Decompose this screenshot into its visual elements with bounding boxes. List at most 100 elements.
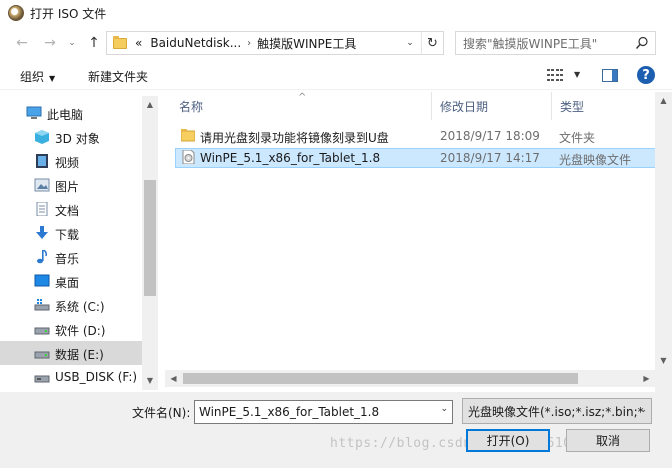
breadcrumb-prefix[interactable]: « [135,36,142,50]
up-button[interactable]: ↑ [84,33,104,53]
file-list-horizontal-scrollbar[interactable]: ◀ ▶ [165,370,672,387]
refresh-button[interactable]: ↻ [421,32,443,54]
sidebar-item-drive-d[interactable]: 软件 (D:) [0,317,142,341]
column-divider[interactable] [551,92,552,120]
back-button[interactable]: ← [12,33,32,53]
sidebar-item-drive-e[interactable]: 数据 (E:) [0,341,142,365]
app-icon [8,5,24,21]
sidebar-item-3d-objects[interactable]: 3D 对象 [0,125,142,149]
folder-icon [181,129,195,142]
sidebar-item-label: 系统 (C:) [55,300,105,314]
sidebar-item-usb-disk[interactable]: USB_DISK (F:) [0,365,142,389]
sidebar-item-pictures[interactable]: 图片 [0,173,142,197]
sidebar-item-desktop[interactable]: 桌面 [0,269,142,293]
filename-label: 文件名(N): [132,406,191,420]
sidebar-item-label: 此电脑 [47,108,84,122]
filetype-select[interactable]: 光盘映像文件(*.iso;*.isz;*.bin;* ⌄ [462,398,652,424]
view-options-icon[interactable] [547,68,563,82]
file-name: WinPE_5.1_x86_for_Tablet_1.8 [200,151,381,165]
search-placeholder: 搜索"触摸版WINPE工具" [463,36,598,51]
file-list: ^ 名称 修改日期 类型 请用光盘刻录功能将镜像刻录到U盘 2018/9/17 … [165,92,672,392]
address-dropdown-button[interactable]: ⌄ [403,36,417,50]
recent-locations-button[interactable]: ⌄ [62,33,82,53]
search-icon [635,36,648,49]
file-date: 2018/9/17 14:17 [440,151,540,165]
drive-icon [34,351,50,359]
scroll-left-arrow-icon[interactable]: ◀ [165,370,182,387]
sidebar-item-music[interactable]: 音乐 [0,245,142,269]
sidebar-item-label: 3D 对象 [55,132,100,146]
scroll-down-arrow-icon[interactable]: ▼ [655,352,672,368]
view-options-caret-icon[interactable]: ▼ [574,70,580,79]
filename-value: WinPE_5.1_x86_for_Tablet_1.8 [199,405,380,419]
address-bar[interactable]: « BaiduNetdisk... › 触摸版WINPE工具 ⌄ ↻ [106,31,444,55]
video-icon [36,154,48,168]
file-row-iso[interactable]: WinPE_5.1_x86_for_Tablet_1.8 2018/9/17 1… [175,148,672,168]
file-date: 2018/9/17 18:09 [440,129,540,143]
filename-input[interactable]: WinPE_5.1_x86_for_Tablet_1.8 ⌄ [194,400,453,424]
column-header-date[interactable]: 修改日期 [440,92,550,120]
file-type: 光盘映像文件 [559,153,632,167]
sidebar-item-this-pc[interactable]: 此电脑 [0,101,142,125]
open-button[interactable]: 打开(O) [466,429,550,452]
file-type: 文件夹 [559,131,596,145]
file-name: 请用光盘刻录功能将镜像刻录到U盘 [200,131,389,145]
scroll-down-arrow-icon[interactable]: ▼ [142,372,158,388]
sidebar-item-label: 图片 [55,180,80,194]
breadcrumb-item-current[interactable]: 触摸版WINPE工具 [257,35,356,52]
music-icon [37,250,47,264]
organize-button[interactable]: 组织 ▼ [20,68,55,85]
sidebar-item-label: 下载 [55,228,80,242]
sidebar-item-documents[interactable]: 文档 [0,197,142,221]
picture-icon [34,178,50,192]
desktop-icon [34,274,50,287]
sidebar-scrollbar-thumb[interactable] [144,180,156,296]
column-divider[interactable] [431,92,432,120]
filetype-value: 光盘映像文件(*.iso;*.isz;*.bin;* [468,404,644,419]
new-folder-button[interactable]: 新建文件夹 [88,68,148,85]
search-input[interactable]: 搜索"触摸版WINPE工具" [455,31,656,55]
scroll-up-arrow-icon[interactable]: ▲ [655,92,672,108]
sidebar-item-drive-c[interactable]: 系统 (C:) [0,293,142,317]
disc-image-icon [182,150,195,164]
document-icon [36,202,48,216]
sidebar-item-downloads[interactable]: 下载 [0,221,142,245]
sidebar-item-label: 视频 [55,156,80,170]
navigation-bar: ← → ⌄ ↑ « BaiduNetdisk... › 触摸版WINPE工具 ⌄… [0,30,672,56]
chevron-down-icon[interactable]: ⌄ [440,404,448,414]
scroll-up-arrow-icon[interactable]: ▲ [142,96,158,112]
help-icon[interactable]: ? [637,66,655,84]
column-header-type[interactable]: 类型 [560,92,650,120]
scroll-right-arrow-icon[interactable]: ▶ [638,370,655,387]
chevron-down-icon[interactable]: ⌄ [639,405,647,415]
organize-caret-icon: ▼ [49,74,56,83]
file-list-vertical-scrollbar[interactable]: ▲ ▼ [655,92,672,392]
folder-icon [113,35,127,49]
sidebar-item-label: 数据 (E:) [55,348,104,362]
column-header-name[interactable]: 名称 [179,92,429,120]
breadcrumb-separator[interactable]: › [247,38,251,49]
command-bar: 组织 ▼ 新建文件夹 ▼ ? [0,62,672,90]
horizontal-scrollbar-thumb[interactable] [183,373,578,384]
drive-icon [34,327,50,335]
cube-icon [35,130,49,144]
drive-c-icon [34,299,50,311]
navigation-pane: 此电脑 3D 对象 视频 图片 文档 下载 音乐 桌面 系统 (C:) 软件 (… [0,96,158,390]
usb-drive-icon [34,375,50,383]
preview-pane-icon[interactable] [602,69,618,82]
window-title: 打开 ISO 文件 [30,6,107,21]
forward-button[interactable]: → [40,33,60,53]
dialog-footer: 文件名(N): WinPE_5.1_x86_for_Tablet_1.8 ⌄ 光… [0,392,672,468]
sidebar-scrollbar[interactable]: ▲ ▼ [142,96,158,390]
title-bar: 打开 ISO 文件 [0,0,672,26]
sidebar-item-label: USB_DISK (F:) [55,370,138,384]
cancel-button[interactable]: 取消 [566,429,650,452]
breadcrumb-item-baidunetdisk[interactable]: BaiduNetdisk... [150,36,241,50]
file-row-folder[interactable]: 请用光盘刻录功能将镜像刻录到U盘 2018/9/17 18:09 文件夹 [175,126,672,146]
sidebar-item-label: 音乐 [55,252,80,266]
computer-icon [26,106,42,119]
sidebar-item-label: 软件 (D:) [55,324,106,338]
sidebar-item-label: 文档 [55,204,80,218]
sidebar-item-label: 桌面 [55,276,80,290]
sidebar-item-videos[interactable]: 视频 [0,149,142,173]
